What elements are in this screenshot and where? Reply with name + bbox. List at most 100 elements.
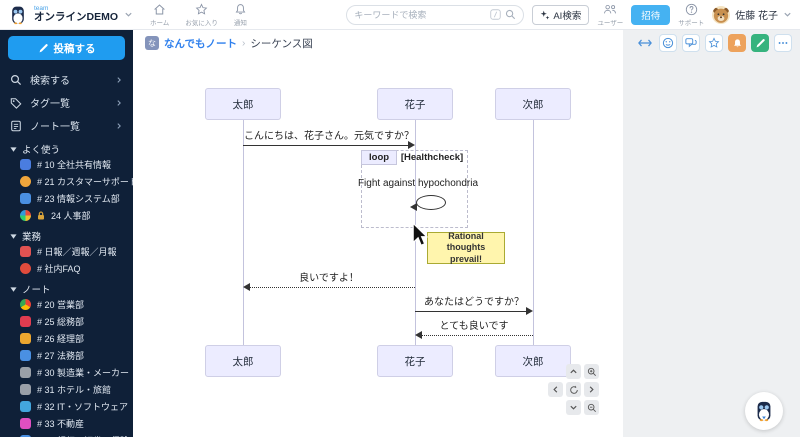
edit-button[interactable] (751, 34, 769, 52)
ai-search-button[interactable]: AI検索 (532, 4, 590, 25)
note-label: # 23 情報システム部 (37, 194, 120, 204)
note-label: # 30 製造業・メーカー (37, 368, 130, 378)
sidebar-item-label: 検索する (30, 76, 70, 87)
penguin-mascot-icon (757, 401, 771, 422)
invite-button[interactable]: 招待 (631, 4, 671, 25)
nav-notifications[interactable]: 通知 (234, 3, 247, 27)
comments-button[interactable] (682, 34, 700, 52)
sidebar-section-favorites[interactable]: よく使う (0, 142, 133, 156)
message-3-line (415, 311, 531, 312)
chevron-down-icon (570, 405, 577, 410)
arrowhead-left (410, 203, 417, 211)
loop-body-text: Fight against hypochondria (357, 178, 479, 189)
note-icon (20, 193, 31, 204)
note-label: # 33 不動産 (37, 419, 85, 429)
note-label: # 31 ホテル・旅館 (37, 385, 112, 395)
pan-right-button[interactable] (584, 382, 599, 397)
bell-icon (235, 3, 246, 14)
sidebar-note-26[interactable]: # 26 経理部 (0, 330, 133, 347)
actor-bottom-taro: 太郎 (205, 345, 281, 377)
chevron-right-icon (117, 99, 121, 106)
main-content: な なんでもノート › シーケンス図 太郎 花子 次郎 こんにちは、花子さん。元… (133, 30, 800, 437)
post-button[interactable]: 投稿する (8, 36, 125, 60)
horizontal-arrows-icon (638, 39, 652, 47)
sidebar-note-34[interactable]: # 34 銀行・証券・保険 (0, 432, 133, 437)
note-label: # 21 カスタマーサポート部 (37, 177, 133, 187)
sidebar-item-tags[interactable]: タグ一覧 (0, 91, 133, 114)
actor-bottom-hanako: 花子 (377, 345, 453, 377)
bear-avatar-icon (713, 7, 730, 23)
zoom-in-icon (587, 367, 596, 376)
sidebar-note-23[interactable]: # 23 情報システム部 (0, 190, 133, 207)
message-1-line (243, 145, 413, 146)
message-1-text: こんにちは、花子さん。元気ですか？ (244, 131, 414, 142)
chevron-left-icon (553, 386, 558, 393)
watch-button[interactable] (728, 34, 746, 52)
note-label: # 20 営業部 (37, 300, 85, 310)
note-label: # 26 経理部 (37, 334, 85, 344)
header-nav: ホーム お気に入り 通知 (150, 2, 247, 27)
nav-home[interactable]: ホーム (150, 3, 169, 27)
sidebar-note-24[interactable]: 24 人事部 (0, 207, 133, 224)
sidebar-note-32[interactable]: # 32 IT・ソフトウェア (0, 398, 133, 415)
note-icon (20, 418, 31, 429)
top-header: team オンラインDEMO ホーム お気に入り 通知 キーワードで検索 AI検… (0, 0, 800, 30)
zoom-out-button[interactable] (584, 400, 599, 415)
zoom-out-icon (587, 403, 596, 412)
sidebar-note-33[interactable]: # 33 不動産 (0, 415, 133, 432)
chevron-down-icon (125, 12, 132, 17)
sidebar-section-notes[interactable]: ノート (0, 282, 133, 296)
users-button[interactable]: ユーザー (597, 3, 623, 27)
team-switcher[interactable]: team オンラインDEMO (8, 4, 136, 26)
self-message-arc (416, 195, 446, 210)
question-icon (685, 3, 697, 15)
message-2-line (245, 287, 415, 288)
sidebar-section-work[interactable]: 業務 (0, 229, 133, 243)
note-icon (20, 246, 31, 257)
sidebar-note-25[interactable]: # 25 総務部 (0, 313, 133, 330)
note-icon (20, 384, 31, 395)
pan-left-button[interactable] (548, 382, 563, 397)
sidebar-note-10[interactable]: # 10 全社共有情報 (0, 156, 133, 173)
sidebar-item-label: ノート一覧 (30, 122, 80, 133)
reset-view-button[interactable] (566, 382, 581, 397)
expand-width-button[interactable] (636, 34, 654, 52)
search-input[interactable] (354, 9, 487, 20)
support-label: サポート (678, 19, 705, 27)
lock-icon (38, 211, 44, 220)
app-window: team オンラインDEMO ホーム お気に入り 通知 キーワードで検索 AI検… (0, 0, 800, 437)
zoom-in-button[interactable] (584, 364, 599, 379)
reaction-button[interactable] (659, 34, 677, 52)
triangle-down-icon (10, 286, 17, 292)
sidebar-note-faq[interactable]: # 社内FAQ (0, 260, 133, 277)
sidebar-item-notes[interactable]: ノート一覧 (0, 114, 133, 137)
favorite-button[interactable] (705, 34, 723, 52)
note-icon (20, 176, 31, 187)
penguin-logo-icon (12, 6, 24, 24)
star-icon (708, 37, 720, 48)
nav-favorites[interactable]: お気に入り (185, 2, 218, 27)
sidebar-note-20[interactable]: # 20 営業部 (0, 296, 133, 313)
support-button[interactable]: サポート (678, 3, 704, 27)
users-icon (604, 4, 617, 13)
note-label: # 32 IT・ソフトウェア (37, 402, 129, 412)
help-mascot-button[interactable] (745, 392, 783, 430)
sidebar-note-27[interactable]: # 27 法務部 (0, 347, 133, 364)
sidebar-item-search[interactable]: 検索する (0, 68, 133, 91)
avatar (712, 5, 731, 24)
pan-down-button[interactable] (566, 400, 581, 415)
pan-up-button[interactable] (566, 364, 581, 379)
more-button[interactable] (774, 34, 792, 52)
mouse-cursor (412, 222, 429, 247)
user-menu[interactable]: 佐藤 花子 (712, 5, 792, 24)
breadcrumb-note-link[interactable]: なんでもノート (164, 36, 237, 51)
search-icon[interactable] (505, 9, 516, 20)
chevron-right-icon (589, 386, 594, 393)
loop-label: loop (361, 150, 398, 165)
sidebar-note-daily-report[interactable]: # 日報／週報／月報 (0, 243, 133, 260)
sidebar-note-30[interactable]: # 30 製造業・メーカー (0, 364, 133, 381)
sidebar-note-31[interactable]: # 31 ホテル・旅館 (0, 381, 133, 398)
sidebar-note-21[interactable]: # 21 カスタマーサポート部 (0, 173, 133, 190)
note-icon (20, 316, 31, 327)
search-icon (10, 74, 22, 85)
